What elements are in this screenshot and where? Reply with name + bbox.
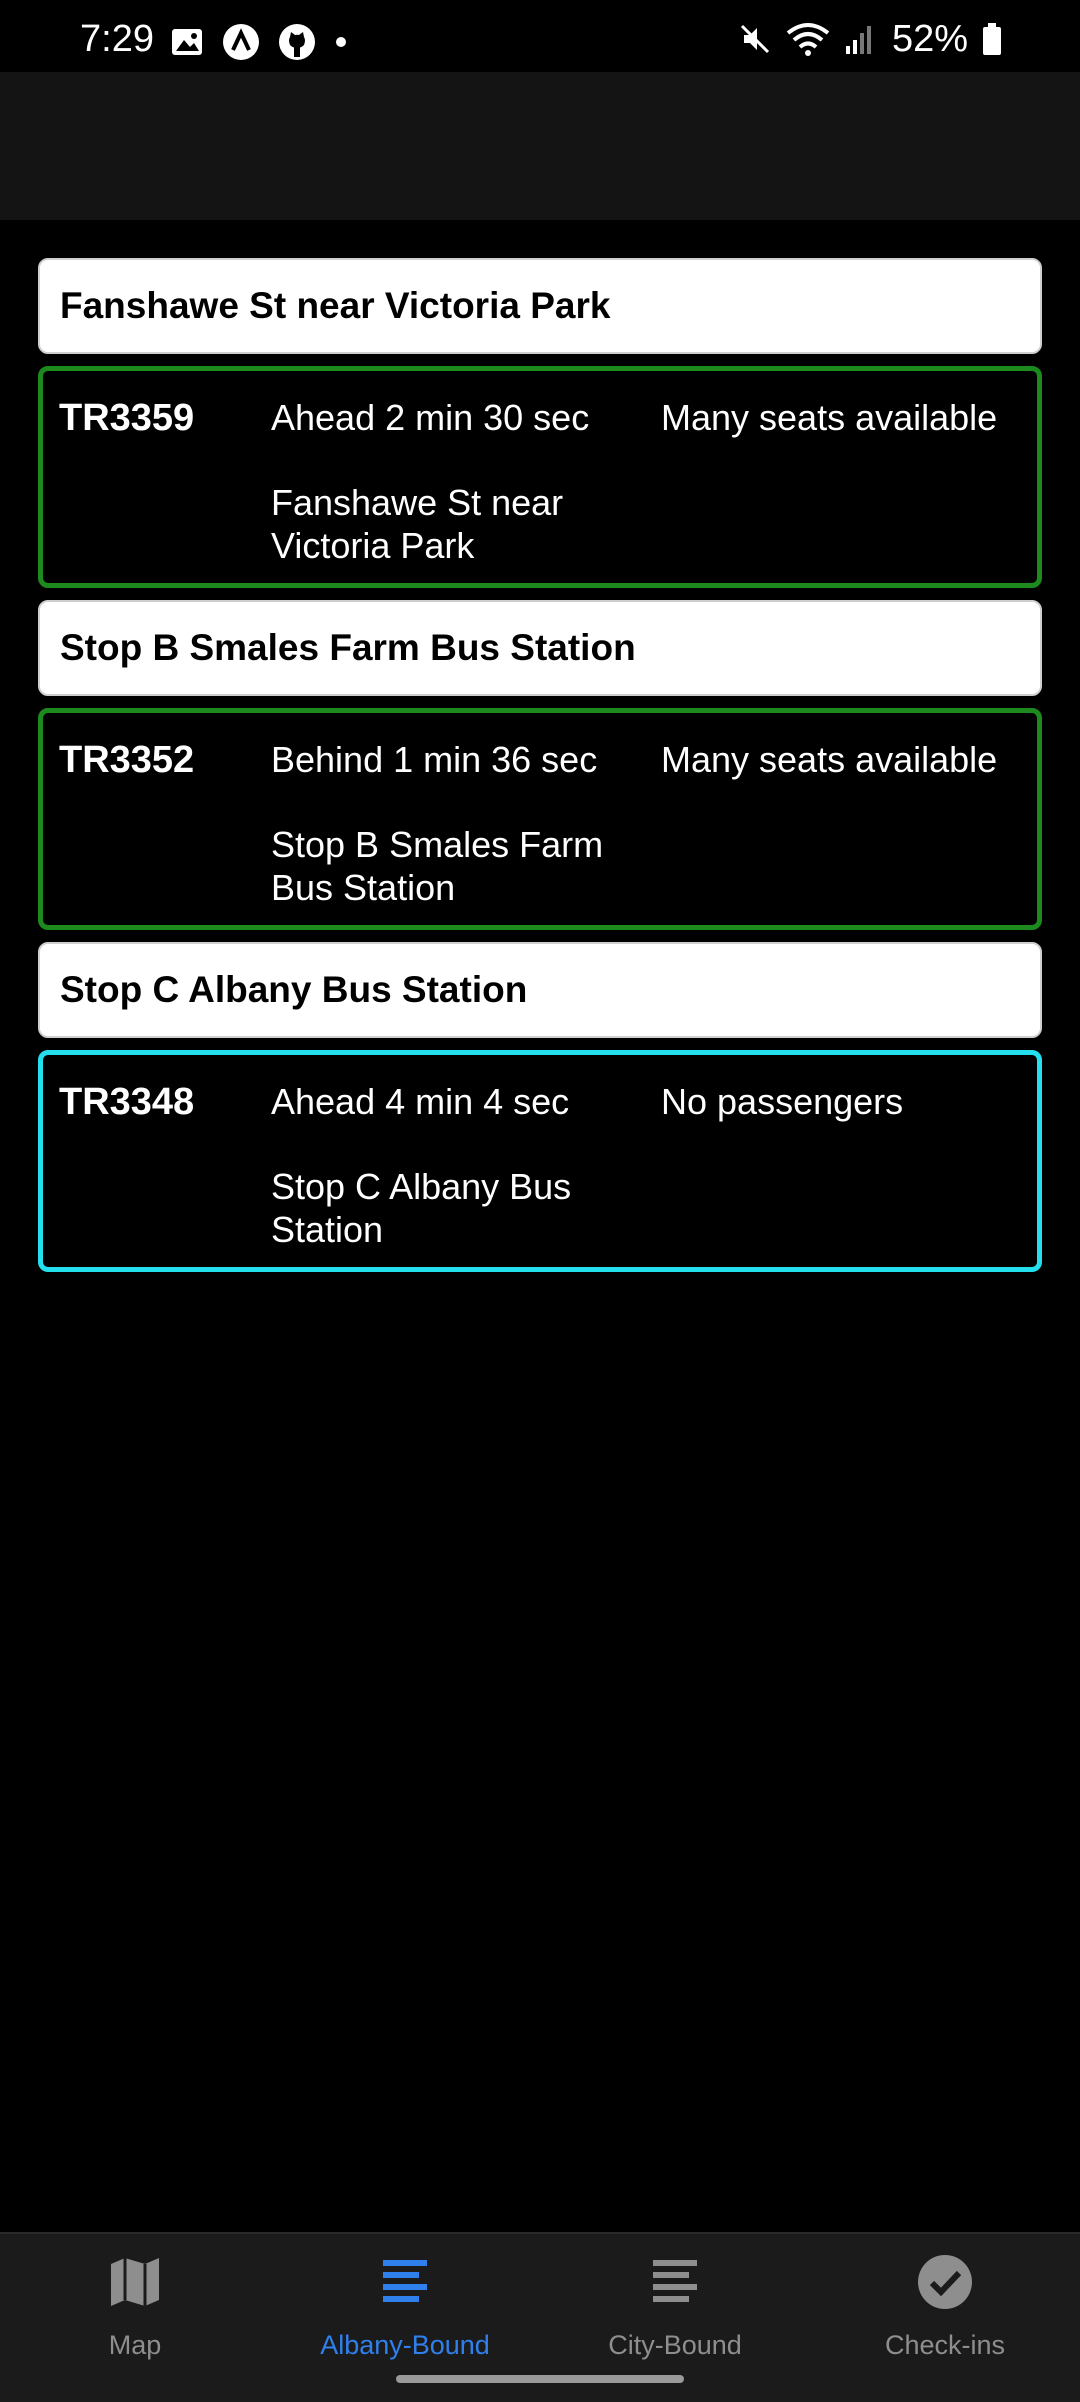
vehicle-card[interactable]: TR3348 Ahead 4 min 4 sec No passengers S…: [38, 1050, 1042, 1272]
vehicle-delay: Ahead 4 min 4 sec: [271, 1081, 570, 1122]
mute-icon: [738, 22, 772, 56]
map-icon: [105, 2252, 165, 2312]
app-logo-icon: [222, 23, 260, 61]
nav-label: Map: [108, 2330, 162, 2360]
vehicle-card[interactable]: TR3359 Ahead 2 min 30 sec Many seats ava…: [38, 366, 1042, 588]
stops-list: Fanshawe St near Victoria Park TR3359 Ah…: [38, 258, 1042, 1284]
wifi-icon: [786, 21, 830, 57]
list-icon: [645, 2252, 705, 2312]
app-top-bar: [0, 72, 1080, 220]
vehicle-occupancy: No passengers: [661, 1081, 904, 1122]
vehicle-delay: Behind 1 min 36 sec: [271, 739, 598, 780]
vehicle-id: TR3352: [59, 739, 195, 781]
signal-icon: [844, 22, 874, 56]
notification-icons: [170, 22, 366, 62]
vehicle-stop-name: Fanshawe St near Victoria Park: [271, 482, 564, 566]
image-icon: [170, 27, 204, 57]
system-status-icons: 52%: [724, 18, 1002, 60]
nav-albany-bound[interactable]: Albany-Bound: [270, 2252, 540, 2372]
github-icon: [278, 23, 316, 61]
nav-label: Albany-Bound: [320, 2330, 490, 2360]
nav-city-bound[interactable]: City-Bound: [540, 2252, 810, 2372]
nav-map[interactable]: Map: [0, 2252, 270, 2372]
stop-title: Stop C Albany Bus Station: [60, 969, 528, 1010]
vehicle-delay: Ahead 2 min 30 sec: [271, 397, 590, 438]
vehicle-id: TR3359: [59, 397, 195, 439]
vehicle-stop-name: Stop C Albany Bus Station: [271, 1166, 572, 1250]
check-circle-icon: [915, 2252, 975, 2312]
status-time: 7:29: [80, 18, 154, 60]
battery-percent: 52%: [891, 17, 968, 60]
vehicle-occupancy: Many seats available: [661, 397, 998, 438]
vehicle-occupancy: Many seats available: [661, 739, 998, 780]
vehicle-stop-name: Stop B Smales Farm Bus Station: [271, 824, 604, 908]
vehicle-card[interactable]: TR3352 Behind 1 min 36 sec Many seats av…: [38, 708, 1042, 930]
nav-check-ins[interactable]: Check-ins: [810, 2252, 1080, 2372]
stop-title: Fanshawe St near Victoria Park: [60, 285, 611, 326]
stop-title: Stop B Smales Farm Bus Station: [60, 627, 636, 668]
stop-header[interactable]: Stop C Albany Bus Station: [38, 942, 1042, 1038]
nav-label: City-Bound: [608, 2330, 742, 2360]
status-bar: 7:29 52%: [0, 0, 1080, 72]
stop-header[interactable]: Fanshawe St near Victoria Park: [38, 258, 1042, 354]
list-icon: [375, 2252, 435, 2312]
battery-icon: [982, 22, 1002, 56]
nav-label: Check-ins: [884, 2330, 1006, 2360]
dot-icon: [334, 35, 348, 49]
vehicle-id: TR3348: [59, 1081, 195, 1123]
stop-header[interactable]: Stop B Smales Farm Bus Station: [38, 600, 1042, 696]
home-indicator[interactable]: [396, 2375, 684, 2383]
